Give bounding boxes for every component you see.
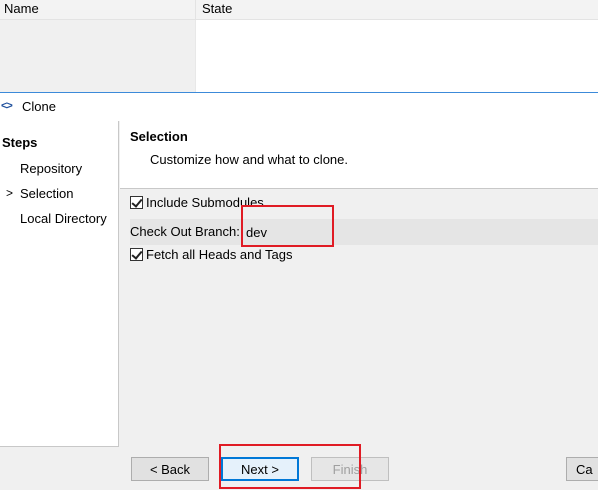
steps-panel: Steps Repository > Selection Local Direc… bbox=[0, 121, 119, 447]
next-button[interactable]: Next > bbox=[221, 457, 299, 481]
step-local-directory: Local Directory bbox=[20, 211, 107, 226]
dialog-title: Clone bbox=[22, 99, 56, 114]
finish-button: Finish bbox=[311, 457, 389, 481]
step-selection: Selection bbox=[20, 186, 74, 201]
steps-heading: Steps bbox=[2, 135, 38, 150]
page-header: Selection Customize how and what to clon… bbox=[120, 121, 598, 189]
background-table-pane bbox=[0, 20, 196, 92]
fetch-heads-tags-checkbox[interactable] bbox=[130, 248, 143, 261]
column-header-state[interactable]: State bbox=[202, 0, 232, 20]
include-submodules-option[interactable]: Include Submodules bbox=[130, 195, 264, 210]
step-repository: Repository bbox=[20, 161, 83, 176]
column-header-name[interactable]: Name bbox=[0, 0, 196, 20]
back-button[interactable]: < Back bbox=[131, 457, 209, 481]
clone-dialog: <> Clone Steps Repository > Selection Lo… bbox=[0, 92, 598, 490]
checkout-branch-label: Check Out Branch: bbox=[130, 224, 240, 239]
include-submodules-label[interactable]: Include Submodules bbox=[146, 195, 264, 210]
checkout-branch-field[interactable] bbox=[242, 219, 598, 245]
code-brackets-icon: <> bbox=[1, 100, 13, 112]
page-description: Customize how and what to clone. bbox=[150, 152, 348, 167]
options-panel: Include Submodules Check Out Branch: Fet… bbox=[120, 189, 598, 447]
page-title: Selection bbox=[130, 129, 188, 144]
fetch-heads-tags-option[interactable]: Fetch all Heads and Tags bbox=[130, 247, 292, 262]
background-table-header: Name State bbox=[0, 0, 598, 20]
background-table: Name State bbox=[0, 0, 598, 92]
current-step-chevron-icon: > bbox=[6, 186, 14, 200]
dialog-titlebar[interactable]: <> Clone bbox=[0, 93, 598, 121]
include-submodules-checkbox[interactable] bbox=[130, 196, 143, 209]
fetch-heads-tags-label[interactable]: Fetch all Heads and Tags bbox=[146, 247, 292, 262]
checkout-branch-row: Check Out Branch: bbox=[130, 219, 598, 245]
cancel-button[interactable]: Ca bbox=[566, 457, 598, 481]
